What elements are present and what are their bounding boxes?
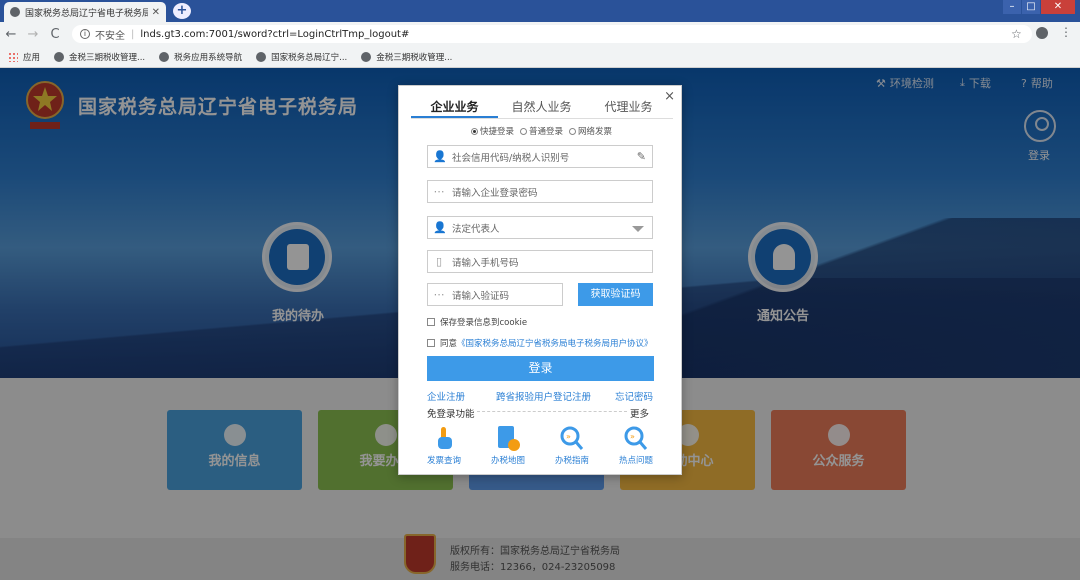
- radio-dot: [569, 127, 577, 135]
- forgot-password-link[interactable]: 忘记密码: [615, 389, 653, 403]
- credit-code-input[interactable]: 👤 社会信用代码/纳税人识别号 ✎: [427, 145, 653, 168]
- bookmark-item[interactable]: 国家税务总局辽宁...: [256, 51, 347, 63]
- window-close-button[interactable]: ✕: [1041, 0, 1075, 14]
- url-separator: |: [131, 28, 135, 40]
- globe-icon: [54, 51, 65, 62]
- legal-rep-value: 法定代表人: [452, 223, 500, 235]
- map-document-icon: [498, 426, 520, 451]
- radio-quick-login[interactable]: 快捷登录: [471, 125, 514, 137]
- forward-button[interactable]: →: [22, 27, 44, 42]
- bookmark-star-icon[interactable]: ☆: [1011, 27, 1022, 41]
- security-label: 不安全: [95, 30, 125, 42]
- no-login-title: 免登录功能: [427, 409, 475, 420]
- quick-hot-issues[interactable]: » 热点问题: [611, 424, 661, 466]
- tab-individual[interactable]: 自然人业务: [498, 98, 585, 118]
- password-input[interactable]: ⋯ 请输入企业登录密码: [427, 180, 653, 203]
- bookmark-item[interactable]: 税务应用系统导航: [159, 51, 242, 63]
- svg-text:»: »: [566, 432, 571, 441]
- cross-province-register-link[interactable]: 跨省报验用户登记注册: [496, 389, 591, 403]
- save-cookie-label: 保存登录信息到cookie: [440, 318, 528, 328]
- bookmark-label: 金税三期税收管理...: [376, 52, 453, 63]
- page-content: 国家税务总局辽宁省电子税务局 ⚒ 环境检测 ⤓ 下载 ? 帮助 登录 我的待办 …: [0, 68, 1080, 580]
- radio-label: 普通登录: [529, 127, 564, 137]
- bookmark-label: 国家税务总局辽宁...: [271, 52, 348, 63]
- bookmark-apps[interactable]: 应用: [8, 51, 40, 63]
- radio-dot: [471, 127, 478, 135]
- quick-invoice-query[interactable]: 发票查询: [419, 424, 469, 466]
- browser-tab-bar: 国家税务总局辽宁省电子税务局 ✕ + – □ ✕: [0, 0, 1080, 22]
- password-icon: ⋯: [433, 185, 445, 198]
- info-icon[interactable]: i: [80, 29, 90, 39]
- chevron-down-icon: [632, 226, 644, 232]
- radio-label: 快捷登录: [480, 127, 515, 137]
- radio-web-invoice[interactable]: 网络发票: [569, 125, 612, 137]
- hand-pointer-icon: [438, 427, 452, 449]
- password-placeholder: 请输入企业登录密码: [452, 187, 538, 199]
- apps-grid-icon: [8, 51, 18, 62]
- globe-icon: [256, 51, 267, 62]
- tab-enterprise[interactable]: 企业业务: [411, 98, 498, 118]
- address-bar: ← → C i 不安全 | lnds.gt3.com:7001/sword?ct…: [0, 22, 1080, 46]
- login-mode-group: 快捷登录 普通登录 网络发票: [471, 125, 618, 137]
- quick-action-label: 热点问题: [618, 456, 653, 466]
- globe-icon: [10, 7, 20, 17]
- bookmark-item[interactable]: 金税三期税收管理...: [361, 51, 452, 63]
- new-tab-button[interactable]: +: [173, 3, 191, 19]
- phone-input[interactable]: ▯ 请输入手机号码: [427, 250, 653, 273]
- divider: [477, 411, 627, 412]
- quick-action-label: 办税指南: [554, 456, 589, 466]
- quick-tax-map[interactable]: 办税地图: [483, 424, 533, 466]
- magnifier-icon: »: [624, 426, 648, 450]
- quick-tax-guide[interactable]: » 办税指南: [547, 424, 597, 466]
- url-text: lnds.gt3.com:7001/sword?ctrl=LoginCtrlTm…: [140, 28, 410, 40]
- login-tabs: 企业业务 自然人业务 代理业务: [411, 98, 673, 119]
- menu-icon[interactable]: ⋮: [1060, 25, 1072, 39]
- user-icon: 👤: [433, 221, 447, 234]
- user-agreement-link[interactable]: 《国家税务总局辽宁省税务局电子税务局用户协议》: [457, 337, 653, 349]
- user-icon: 👤: [433, 150, 447, 163]
- phone-placeholder: 请输入手机号码: [452, 257, 519, 269]
- radio-dot: [520, 127, 528, 135]
- magnifier-icon: »: [560, 426, 584, 450]
- quick-action-label: 发票查询: [426, 456, 461, 466]
- captcha-placeholder: 请输入验证码: [452, 290, 510, 302]
- legal-rep-select[interactable]: 👤 法定代表人: [427, 216, 653, 239]
- minimize-button[interactable]: –: [1003, 0, 1021, 14]
- login-modal: × 企业业务 自然人业务 代理业务 快捷登录 普通登录 网络发票 👤 社会信用代…: [398, 85, 682, 475]
- maximize-button[interactable]: □: [1022, 0, 1040, 14]
- bookmark-label: 税务应用系统导航: [174, 52, 243, 63]
- browser-tab[interactable]: 国家税务总局辽宁省电子税务局 ✕: [4, 2, 166, 22]
- edit-icon[interactable]: ✎: [637, 150, 646, 163]
- bookmarks-bar: 应用 金税三期税收管理... 税务应用系统导航 国家税务总局辽宁... 金税三期…: [0, 46, 1080, 68]
- globe-icon: [159, 51, 170, 62]
- back-button[interactable]: ←: [0, 27, 22, 42]
- bookmark-label: 金税三期税收管理...: [69, 52, 146, 63]
- get-code-button[interactable]: 获取验证码: [578, 283, 653, 306]
- bookmark-item[interactable]: 金税三期税收管理...: [54, 51, 145, 63]
- url-input[interactable]: i 不安全 | lnds.gt3.com:7001/sword?ctrl=Log…: [72, 25, 1032, 43]
- svg-text:»: »: [630, 432, 635, 441]
- more-link[interactable]: 更多: [630, 406, 649, 420]
- account-icon[interactable]: [1036, 27, 1048, 39]
- checkbox-box: [427, 318, 435, 326]
- tab-close-icon[interactable]: ✕: [152, 7, 160, 18]
- agree-label: 同意: [440, 339, 458, 349]
- checkbox-box: [427, 339, 435, 347]
- quick-action-label: 办税地图: [490, 456, 525, 466]
- phone-icon: ▯: [435, 255, 443, 268]
- tab-agent[interactable]: 代理业务: [585, 98, 672, 118]
- captcha-icon: ⋯: [433, 288, 445, 301]
- credit-code-placeholder: 社会信用代码/纳税人识别号: [452, 152, 570, 164]
- reload-button[interactable]: C: [44, 27, 66, 42]
- agree-checkbox[interactable]: 同意 《国家税务总局辽宁省税务局电子税务局用户协议》: [427, 337, 653, 349]
- globe-icon: [361, 51, 372, 62]
- radio-label: 网络发票: [578, 127, 613, 137]
- radio-normal-login[interactable]: 普通登录: [520, 125, 563, 137]
- login-button[interactable]: 登录: [427, 356, 654, 381]
- captcha-input[interactable]: ⋯ 请输入验证码: [427, 283, 563, 306]
- save-cookie-checkbox[interactable]: 保存登录信息到cookie: [427, 316, 527, 328]
- tab-title: 国家税务总局辽宁省电子税务局: [25, 8, 148, 19]
- bookmark-label: 应用: [23, 52, 41, 63]
- register-link[interactable]: 企业注册: [427, 389, 465, 403]
